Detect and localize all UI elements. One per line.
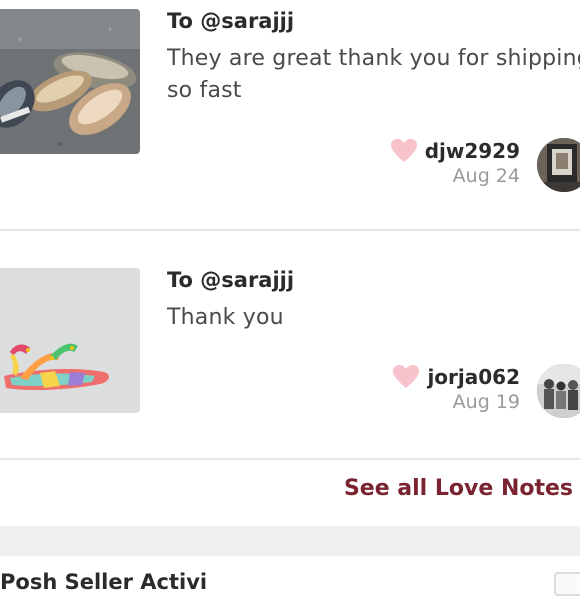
section-gap bbox=[0, 526, 580, 556]
see-all-row: See all Love Notes bbox=[0, 460, 580, 526]
listing-thumbnail[interactable] bbox=[0, 9, 140, 154]
author-avatar[interactable] bbox=[537, 364, 580, 418]
sneakers-image bbox=[0, 9, 140, 154]
group-photo-avatar bbox=[537, 364, 580, 418]
listing-thumbnail[interactable] bbox=[0, 268, 140, 413]
section-title: Posh Seller Activi bbox=[0, 570, 208, 594]
love-note: To @sarajjj They are great thank you for… bbox=[0, 0, 580, 229]
heart-icon bbox=[390, 139, 417, 162]
note-message: Thank you bbox=[167, 305, 284, 330]
author-avatar[interactable] bbox=[537, 138, 580, 192]
next-section: Posh Seller Activi bbox=[0, 556, 580, 596]
heart-icon bbox=[393, 365, 420, 388]
note-message: They are great thank you for shipping so… bbox=[167, 46, 580, 103]
note-author: djw2929 Aug 24 bbox=[390, 138, 520, 187]
recipient-label: To @sarajjj bbox=[167, 268, 295, 292]
author-username[interactable]: jorja062 bbox=[427, 365, 520, 389]
author-username[interactable]: djw2929 bbox=[425, 139, 520, 163]
note-divider bbox=[0, 229, 580, 231]
note-date: Aug 19 bbox=[452, 391, 520, 413]
love-note: To @sarajjj Thank you jorja062 Aug 19 bbox=[0, 232, 580, 458]
recipient-label: To @sarajjj bbox=[167, 9, 295, 33]
note-author: jorja062 Aug 19 bbox=[392, 364, 520, 413]
framed-picture-avatar bbox=[537, 138, 580, 192]
section-badge bbox=[554, 572, 580, 596]
see-all-love-notes-link[interactable]: See all Love Notes bbox=[344, 476, 573, 501]
sandal-image bbox=[0, 268, 140, 413]
note-date: Aug 24 bbox=[452, 165, 520, 187]
